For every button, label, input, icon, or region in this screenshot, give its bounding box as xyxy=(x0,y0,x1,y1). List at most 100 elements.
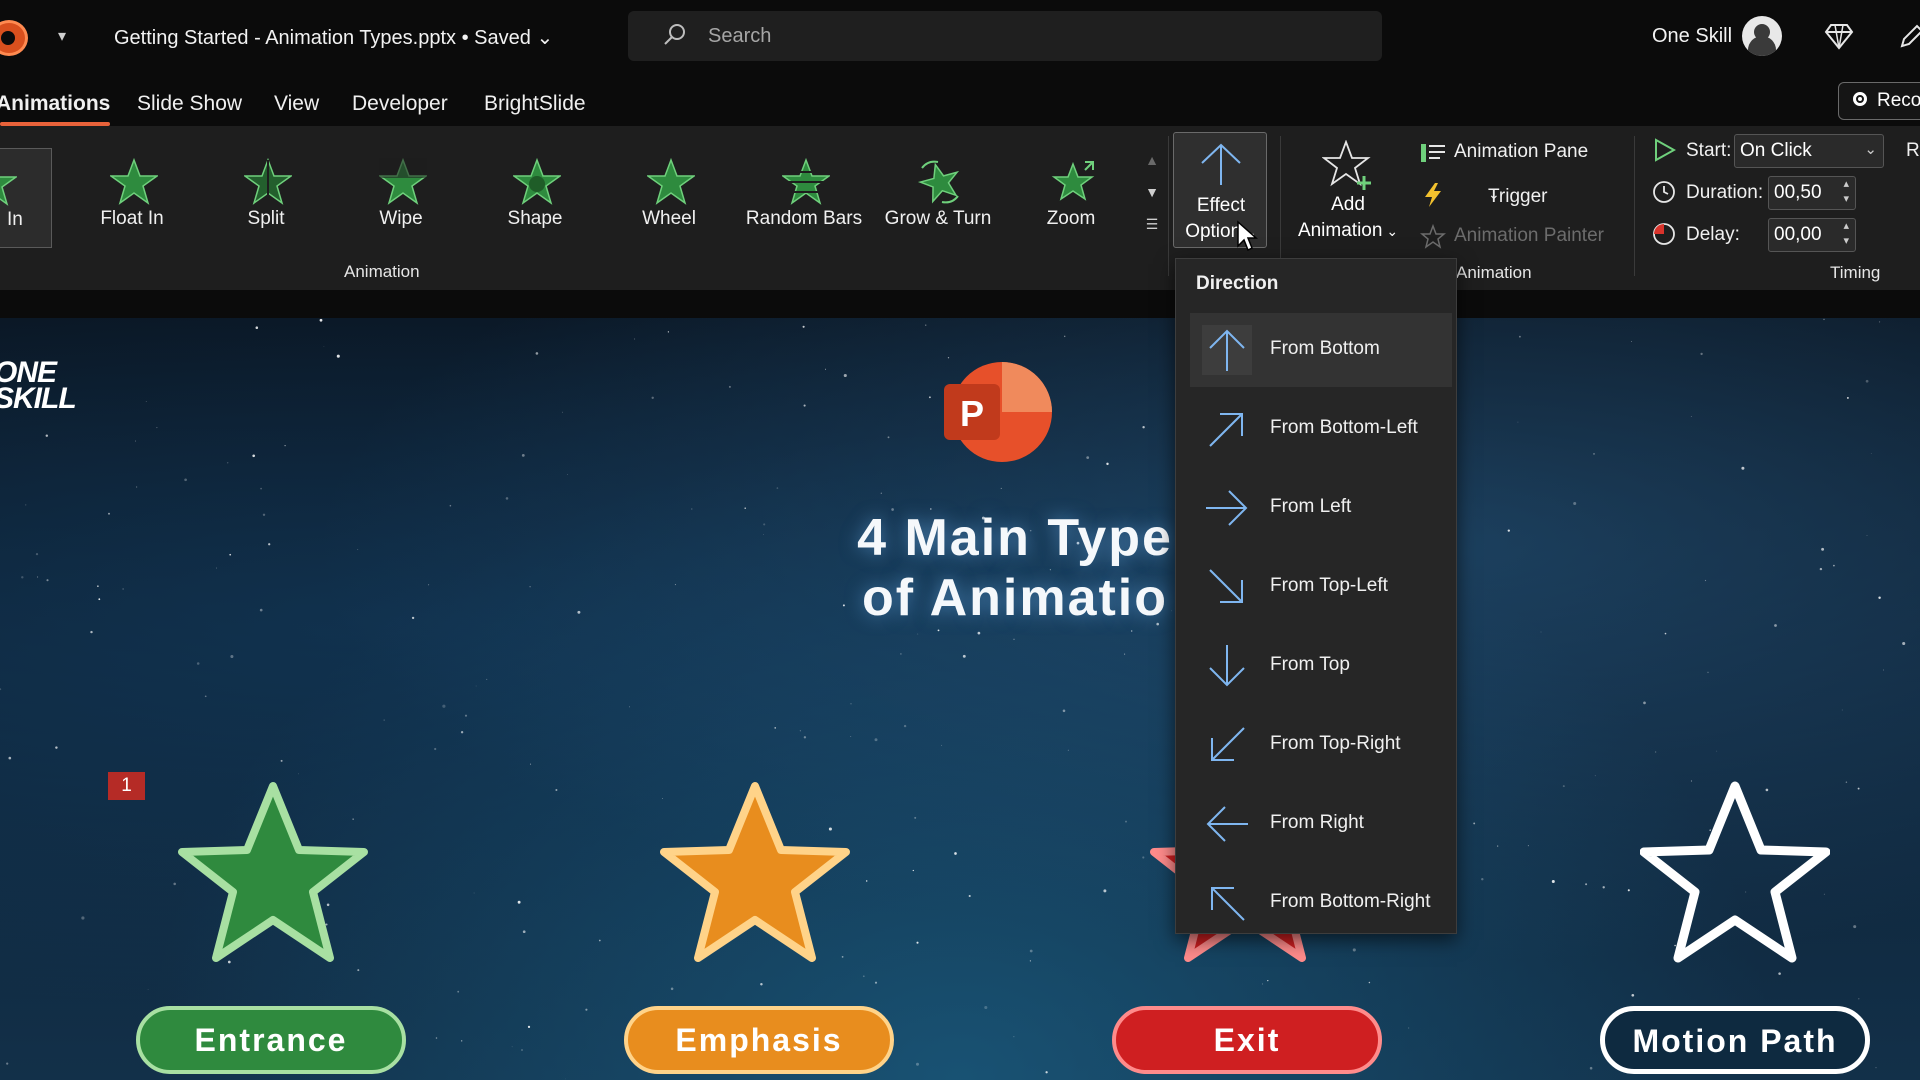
animation-float-in[interactable]: Float In xyxy=(72,148,192,246)
add-animation-text: Animation xyxy=(1298,220,1383,241)
tab-developer[interactable]: Developer xyxy=(352,92,448,116)
gallery-more-icon[interactable]: ☰ xyxy=(1141,210,1163,238)
star-dot xyxy=(929,396,931,398)
star-dot xyxy=(98,598,100,600)
category-motion-path[interactable]: Motion Path xyxy=(1600,1006,1870,1074)
star-dot xyxy=(1593,453,1595,455)
direction-menu-header: Direction xyxy=(1196,273,1278,295)
avatar[interactable] xyxy=(1742,16,1782,56)
direction-label: From Bottom-Left xyxy=(1270,417,1418,439)
animation-grow-turn[interactable]: Grow & Turn xyxy=(878,148,998,246)
star-dot xyxy=(1879,321,1880,322)
star-dot xyxy=(436,1037,438,1039)
category-entrance[interactable]: Entrance xyxy=(136,1006,406,1074)
add-animation-button[interactable]: Add Animation ⌄ xyxy=(1288,132,1408,248)
direction-from-top-left[interactable]: From Top-Left xyxy=(1190,550,1452,624)
search-box[interactable]: Search xyxy=(628,11,1382,61)
star-dot xyxy=(634,339,635,340)
ribbon-overflow-label[interactable]: Re xyxy=(1906,140,1920,162)
star-dot xyxy=(173,883,176,886)
start-select[interactable]: On Click ⌄ xyxy=(1734,134,1884,168)
direction-from-left[interactable]: From Left xyxy=(1190,471,1452,545)
pen-icon[interactable] xyxy=(1898,22,1920,50)
direction-from-right[interactable]: From Right xyxy=(1190,787,1452,861)
motion-path-star[interactable] xyxy=(1640,778,1830,968)
tab-animations[interactable]: Animations xyxy=(0,92,110,116)
spin-arrows-icon[interactable]: ▴▾ xyxy=(1843,219,1849,249)
star-dot xyxy=(461,1040,462,1041)
play-icon xyxy=(1652,138,1676,162)
direction-from-top-right[interactable]: From Top-Right xyxy=(1190,708,1452,782)
brand-logo[interactable]: ONE SKILL xyxy=(0,360,76,412)
star-dot xyxy=(1103,889,1106,892)
animation-shape[interactable]: Shape xyxy=(475,148,595,246)
star-dot xyxy=(1408,1028,1409,1029)
animation-label: Shape xyxy=(475,208,595,230)
animation-wheel[interactable]: Wheel xyxy=(609,148,729,246)
star-dot xyxy=(1716,751,1717,752)
category-emphasis[interactable]: Emphasis xyxy=(624,1006,894,1074)
star-dot xyxy=(148,989,149,990)
user-name[interactable]: One Skill xyxy=(1652,25,1732,48)
entrance-star[interactable] xyxy=(178,778,368,968)
quick-access-menu-icon[interactable]: ▾ xyxy=(58,26,66,46)
spin-arrows-icon[interactable]: ▴▾ xyxy=(1843,177,1849,207)
emphasis-star[interactable] xyxy=(660,778,850,968)
tab-brightslide[interactable]: BrightSlide xyxy=(484,92,586,116)
direction-menu: Direction From Bottom From Bottom-Left F… xyxy=(1175,258,1457,934)
brand-logo-line2: SKILL xyxy=(0,386,76,412)
animation-zoom[interactable]: Zoom xyxy=(1011,148,1131,246)
direction-from-bottom[interactable]: From Bottom xyxy=(1190,313,1452,387)
animation-label: Wheel xyxy=(609,208,729,230)
slide-canvas[interactable]: ONE SKILL P 4 Main Type of Animatio 1 En… xyxy=(0,318,1920,1080)
star-dot xyxy=(263,514,265,516)
powerpoint-logo-icon[interactable]: P xyxy=(944,360,1052,464)
diamond-icon[interactable] xyxy=(1824,22,1854,50)
animation-split[interactable]: Split xyxy=(206,148,326,246)
star-dot xyxy=(1590,1067,1593,1070)
star-dot xyxy=(1563,785,1565,787)
star-dot xyxy=(948,357,949,358)
star-dot xyxy=(1665,633,1667,635)
animation-order-marker[interactable]: 1 xyxy=(108,772,145,800)
star-dot xyxy=(1902,642,1905,645)
gallery-scroll-up-icon[interactable]: ▲ xyxy=(1141,146,1163,174)
star-dot xyxy=(252,454,255,457)
star-dot xyxy=(298,773,299,774)
star-dot xyxy=(21,576,23,578)
star-dot xyxy=(1585,883,1587,885)
record-button[interactable]: Reco xyxy=(1838,82,1920,120)
star-dot xyxy=(486,679,487,680)
star-icon xyxy=(1049,158,1097,206)
direction-from-bottom-right[interactable]: From Bottom-Right xyxy=(1190,866,1452,940)
app-logo-icon[interactable] xyxy=(0,20,28,56)
arrow-left-icon xyxy=(1202,799,1252,849)
star-dot xyxy=(412,617,414,619)
star-dot xyxy=(1508,529,1510,531)
direction-from-top[interactable]: From Top xyxy=(1190,629,1452,703)
animation-fly-in[interactable]: In xyxy=(0,148,52,248)
star-dot xyxy=(1866,380,1869,383)
animation-wipe[interactable]: Wipe xyxy=(341,148,461,246)
star-dot xyxy=(1858,998,1859,999)
tab-view[interactable]: View xyxy=(274,92,319,116)
tab-slide-show[interactable]: Slide Show xyxy=(137,92,242,116)
star-dot xyxy=(938,629,940,631)
delay-stepper[interactable]: 00,00 ▴▾ xyxy=(1768,218,1856,252)
star-dot xyxy=(1847,397,1849,399)
star-dot xyxy=(1631,341,1632,342)
star-dot xyxy=(1691,416,1692,417)
gallery-scroll-down-icon[interactable]: ▼ xyxy=(1141,178,1163,206)
search-icon xyxy=(662,22,688,48)
star-dot xyxy=(729,386,731,388)
animation-label: Split xyxy=(206,208,326,230)
star-dot xyxy=(1707,672,1709,674)
direction-from-bottom-left[interactable]: From Bottom-Left xyxy=(1190,392,1452,466)
duration-stepper[interactable]: 00,50 ▴▾ xyxy=(1768,176,1856,210)
category-exit[interactable]: Exit xyxy=(1112,1006,1382,1074)
document-title[interactable]: Getting Started - Animation Types.pptx •… xyxy=(114,25,553,50)
star-icon xyxy=(916,158,964,206)
animation-label: Random Bars xyxy=(744,208,864,230)
delay-label: Delay: xyxy=(1686,224,1740,246)
animation-random-bars[interactable]: Random Bars xyxy=(744,148,864,246)
